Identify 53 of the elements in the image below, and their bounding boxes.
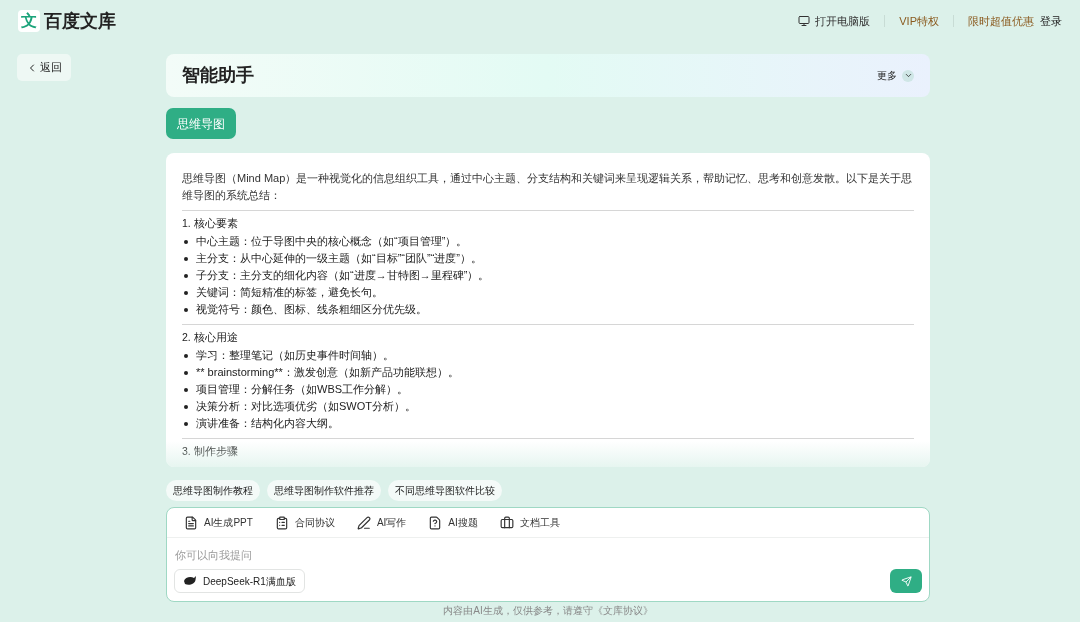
section-heading: 3. 制作步骤 [182,444,239,459]
bullet-icon [184,256,188,261]
question-input[interactable]: 你可以向我提问 [175,544,921,566]
more-button[interactable]: 更多 [877,68,914,83]
list-item: 学习：整理笔记（如历史事件时间轴）。 [196,348,394,363]
list-item: 中心主题：位于导图中央的核心概念（如“项目管理”）。 [196,234,468,249]
tool-button[interactable]: AI生成PPT [184,515,253,530]
bullet-icon [184,421,188,426]
document-question-icon [428,515,443,530]
monitor-icon [798,15,811,27]
bullet-icon [184,387,188,392]
tool-button[interactable]: 合同协议 [274,515,335,530]
suggestion-chip[interactable]: 思维导图制作软件推荐 [267,480,381,501]
briefcase-icon [499,515,514,530]
list-item: 子分支：主分支的细化内容（如“进度→甘特图→里程碑”）。 [196,268,490,283]
bullet-icon [184,370,188,375]
suggestion-chip[interactable]: 思维导图制作教程 [166,480,260,501]
model-selector[interactable]: DeepSeek-R1满血版 [174,569,305,593]
bullet-icon [184,290,188,295]
section-heading: 2. 核心用途 [182,330,239,345]
tool-button[interactable]: 文档工具 [499,515,560,530]
assistant-title: 智能助手 [182,64,254,87]
nav-link[interactable]: VIP特权 [899,12,939,30]
nav-link[interactable]: 限时超值优惠 [968,12,1034,30]
logo-icon: 文 [18,10,40,32]
section-heading: 1. 核心要素 [182,216,239,231]
bullet-icon [184,353,188,358]
nav-link[interactable]: 打开电脑版 [798,12,871,30]
suggestion-chip[interactable]: 不同思维导图软件比较 [388,480,502,501]
list-item: 主分支：从中心延伸的一级主题（如“目标”“团队”“进度”）。 [196,251,482,266]
logo-text: 百度文库 [44,9,116,33]
bullet-icon [184,307,188,312]
bullet-icon [184,404,188,409]
back-button[interactable]: 返回 [17,54,71,81]
send-icon [900,575,912,587]
list-icon [274,515,289,530]
list-item: ** brainstorming**：激发创意（如新产品功能联想）。 [196,365,459,380]
tool-button[interactable]: AI写作 [356,515,407,530]
list-item: 视觉符号：颜色、图标、线条粗细区分优先级。 [196,302,427,317]
pen-icon [356,515,371,530]
intro-paragraph: 思维导图（Mind Map）是一种视觉化的信息组织工具，通过中心主题、分支结构和关键词来呈现逻辑关系，帮助记忆、思考和创意发散。以下是关于思维导图的系统总结： [182,171,914,203]
list-item: 演讲准备：结构化内容大纲。 [196,416,339,431]
chevron-down-icon [902,69,914,82]
document-icon [184,515,198,530]
list-item: 决策分析：对比选项优劣（如SWOT分析）。 [196,399,416,414]
send-button[interactable] [890,569,922,593]
bullet-icon [184,273,188,278]
tool-button[interactable]: AI搜题 [428,515,478,530]
login-link[interactable]: 登录 [1040,12,1062,30]
disclaimer: 内容由AI生成，仅供参考，请遵守《文库协议》 [442,605,654,617]
bullet-icon [184,239,188,244]
list-item: 关键词：简短精准的标签，避免长句。 [196,285,383,300]
list-item: 项目管理：分解任务（如WBS工作分解）。 [196,382,409,397]
